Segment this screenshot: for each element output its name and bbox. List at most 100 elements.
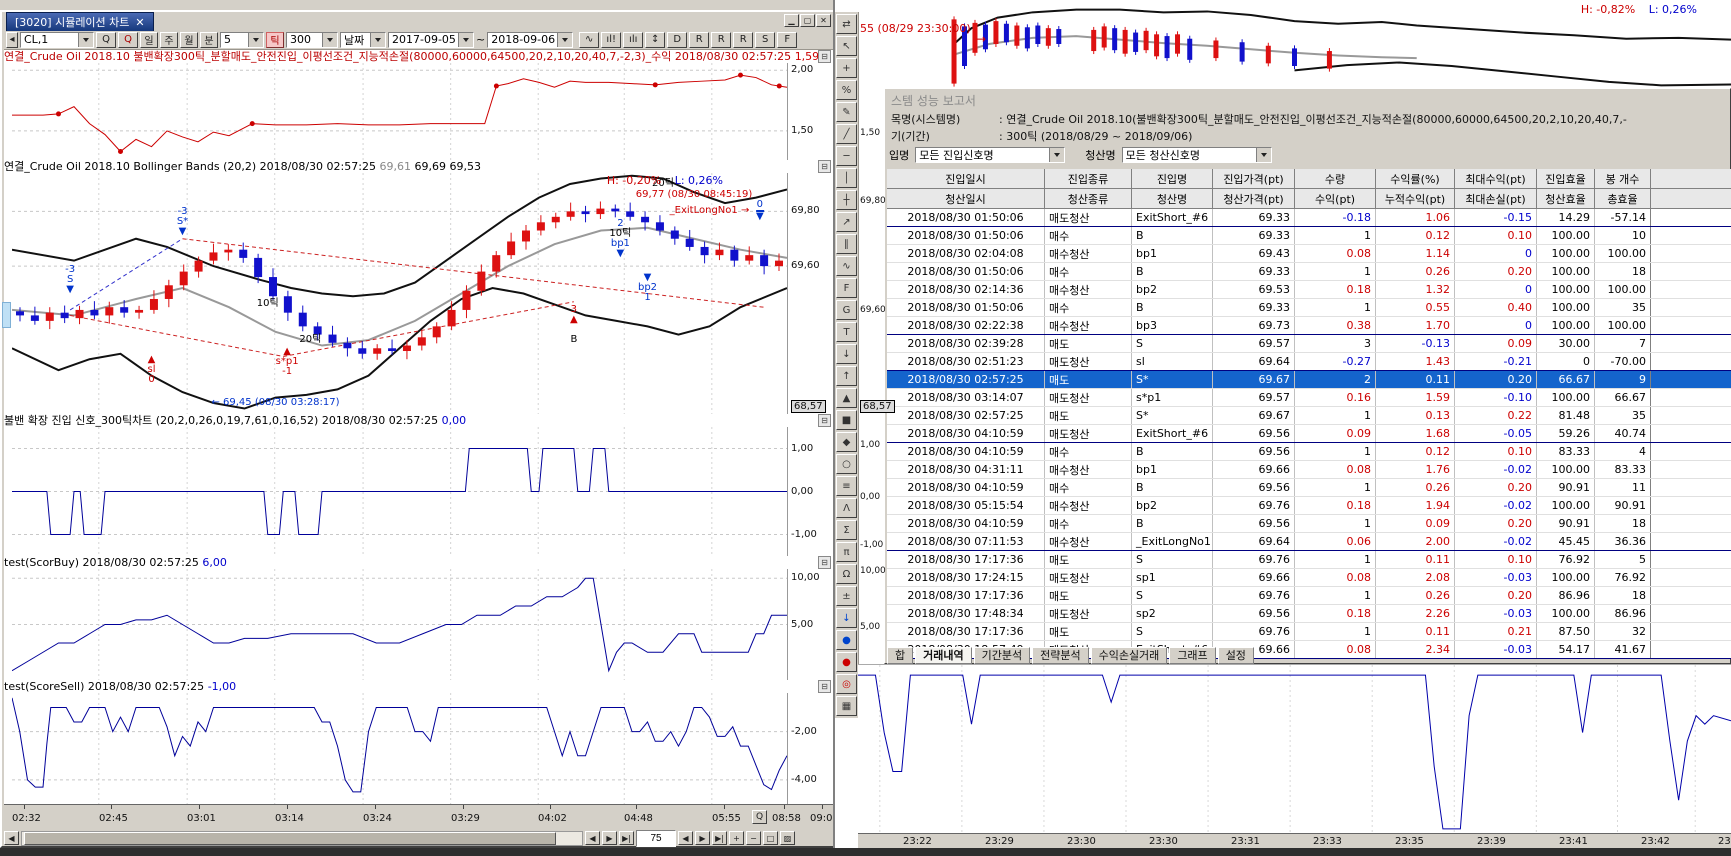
scrollbar-thumb[interactable] [24, 832, 556, 845]
column-header[interactable]: 진입일시 [887, 169, 1045, 188]
symbol-combobox[interactable]: CL,1 [20, 32, 94, 48]
dot-blue-icon[interactable]: ● [836, 630, 857, 650]
nav-button[interactable]: ◀ [678, 831, 693, 845]
copy-r-icon[interactable]: R [711, 32, 731, 48]
scoresell-chart[interactable] [12, 693, 787, 804]
tab-simulation-chart[interactable]: [3020] 시뮬레이션 차트 ✕ [6, 12, 154, 31]
magnifier-icon[interactable]: Q [752, 810, 767, 824]
table-row[interactable]: 2018/08/30 07:11:53매수청산_ExitLongNo169.64… [887, 533, 1731, 551]
column-header[interactable]: 최대손실(pt) [1455, 189, 1537, 208]
channel-icon[interactable]: ∥ [836, 234, 857, 254]
maximize-button[interactable]: ▢ [800, 14, 815, 27]
cursor-icon[interactable]: ↖ [836, 36, 857, 56]
table-row[interactable]: 2018/08/30 03:14:07매도청산s*p169.570.161.59… [887, 389, 1731, 407]
scorbuy-chart[interactable] [12, 569, 787, 680]
zoom-in-icon[interactable]: Q [96, 32, 116, 48]
report-tab-합[interactable]: 합 [887, 647, 913, 664]
table-row[interactable]: 2018/08/30 17:17:36매도S69.7610.110.2187.5… [887, 623, 1731, 641]
omega-icon[interactable]: Ω [836, 564, 857, 584]
exit-signal-combobox[interactable]: 모든 청산신호명 [1122, 147, 1272, 163]
sum-icon[interactable]: Σ [836, 520, 857, 540]
folder-icon[interactable]: F [777, 32, 797, 48]
date-from-combobox[interactable]: 2017-09-05 [388, 32, 474, 48]
date-mode-combobox[interactable]: 날짜 [340, 32, 386, 48]
column-header[interactable]: 청산가격(pt) [1213, 189, 1295, 208]
table-row[interactable]: 2018/08/30 04:31:11매수청산bp169.660.081.76-… [887, 461, 1731, 479]
fibonacci-icon[interactable]: F [836, 278, 857, 298]
sort-icon[interactable]: ↕ [645, 32, 665, 48]
minimize-button[interactable]: ▁ [784, 14, 799, 27]
table-row[interactable]: 2018/08/30 02:39:28매도S69.573-0.130.0930.… [887, 335, 1731, 353]
wave-icon[interactable]: ∿ [836, 256, 857, 276]
right-bottom-chart[interactable] [858, 664, 1731, 834]
tick-count-combobox[interactable]: 300 [286, 32, 338, 48]
period-tick-button[interactable]: 틱 [266, 32, 284, 48]
period-month-button[interactable]: 월 [180, 32, 198, 48]
table-row[interactable]: 2018/08/30 05:15:54매수청산bp269.760.181.94-… [887, 497, 1731, 515]
scroll-left-icon[interactable]: ◀ [4, 831, 19, 845]
mark-up-icon[interactable]: ↑ [836, 366, 857, 386]
table-row[interactable]: 2018/08/30 17:24:15매도청산sp169.660.082.08-… [887, 569, 1731, 587]
table-row[interactable]: 2018/08/30 01:50:06매수B69.3310.550.40100.… [887, 299, 1731, 317]
tab-close-icon[interactable]: ✕ [135, 16, 144, 29]
chevron-down-icon[interactable] [557, 33, 572, 47]
crosshair-icon[interactable]: + [836, 58, 857, 78]
table-row[interactable]: 2018/08/30 04:10:59매수B69.5610.260.2090.9… [887, 479, 1731, 497]
dot-red-icon[interactable]: ● [836, 652, 857, 672]
nav-button[interactable]: ▶ [695, 831, 710, 845]
target-icon[interactable]: ◎ [836, 674, 857, 694]
square-icon[interactable]: ■ [836, 410, 857, 430]
gann-icon[interactable]: G [836, 300, 857, 320]
horizontal-line-icon[interactable]: ─ [836, 146, 857, 166]
column-header[interactable]: 청산효율 [1537, 189, 1595, 208]
volume-icon[interactable]: ılı [623, 32, 643, 48]
trendline-icon[interactable]: ╱ [836, 124, 857, 144]
column-header[interactable]: 진입효율 [1537, 169, 1595, 188]
column-header[interactable]: 총효율 [1595, 189, 1651, 208]
chevron-down-icon[interactable] [1256, 148, 1271, 162]
zoom-back-icon[interactable]: Q [118, 32, 138, 48]
panel-minimize-icon[interactable]: ⊟ [818, 160, 831, 173]
table-row[interactable]: 2018/08/30 02:57:25매도S*69.6710.130.2281.… [887, 407, 1731, 425]
nav-button[interactable]: ▶| [619, 831, 634, 845]
column-header[interactable]: 진입가격(pt) [1213, 169, 1295, 188]
ellipse-icon[interactable]: ○ [836, 454, 857, 474]
arrow-line-icon[interactable]: ↗ [836, 212, 857, 232]
bollinger-chart[interactable]: H: -0,20% L: 0,26% -3S▼-3S*▼▲sl010틱▲s*p1… [12, 173, 787, 414]
column-header[interactable]: 진입명 [1132, 169, 1213, 188]
table-row[interactable]: 2018/08/30 02:04:08매수청산bp169.430.081.140… [887, 245, 1731, 263]
period-week-button[interactable]: 주 [160, 32, 178, 48]
triangle-icon[interactable]: ▲ [836, 388, 857, 408]
grid-icon[interactable]: ▦ [836, 696, 857, 716]
column-header[interactable]: 수량 [1295, 169, 1376, 188]
pencil-icon[interactable]: ✎ [836, 102, 857, 122]
chevron-down-icon[interactable] [1049, 148, 1064, 162]
pi-icon[interactable]: π [836, 542, 857, 562]
nav-button[interactable]: + [729, 831, 744, 845]
nav-button[interactable]: ▶ [602, 831, 617, 845]
equity-chart[interactable] [12, 63, 787, 160]
pan-icon[interactable]: ⇄ [836, 14, 857, 34]
save-icon[interactable]: S [755, 32, 775, 48]
mark-down-icon[interactable]: ↓ [836, 344, 857, 364]
table-row[interactable]: 2018/08/30 02:22:38매수청산bp369.730.381.700… [887, 317, 1731, 335]
table-row[interactable]: 2018/08/30 01:50:06매수B69.3310.120.10100.… [887, 227, 1731, 245]
table-row[interactable]: 2018/08/30 04:10:59매수B69.5610.120.1083.3… [887, 443, 1731, 461]
entry-signal-combobox[interactable]: 모든 진입신호명 [915, 147, 1065, 163]
table-row[interactable]: 2018/08/30 02:57:25매도S*69.6720.110.2066.… [887, 371, 1731, 389]
percent-icon[interactable]: % [836, 80, 857, 100]
plusminus-icon[interactable]: ± [836, 586, 857, 606]
report-tab-기간분석[interactable]: 기간분석 [974, 647, 1030, 664]
column-header[interactable]: 봉 개수 [1595, 169, 1651, 188]
nav-button[interactable]: □ [763, 831, 778, 845]
close-button[interactable]: ✕ [816, 14, 831, 27]
report-tab-거래내역[interactable]: 거래내역 [915, 647, 971, 664]
cross-line-icon[interactable]: ┼ [836, 190, 857, 210]
column-header[interactable]: 최대수익(pt) [1455, 169, 1537, 188]
column-header[interactable]: 청산일시 [887, 189, 1045, 208]
column-header[interactable]: 청산명 [1132, 189, 1213, 208]
period-minute-button[interactable]: 분 [200, 32, 218, 48]
table-row[interactable]: 2018/08/30 02:14:36매수청산bp269.530.181.320… [887, 281, 1731, 299]
chevron-down-icon[interactable] [248, 33, 263, 47]
table-row[interactable]: 2018/08/30 04:10:59매수B69.5610.090.2090.9… [887, 515, 1731, 533]
